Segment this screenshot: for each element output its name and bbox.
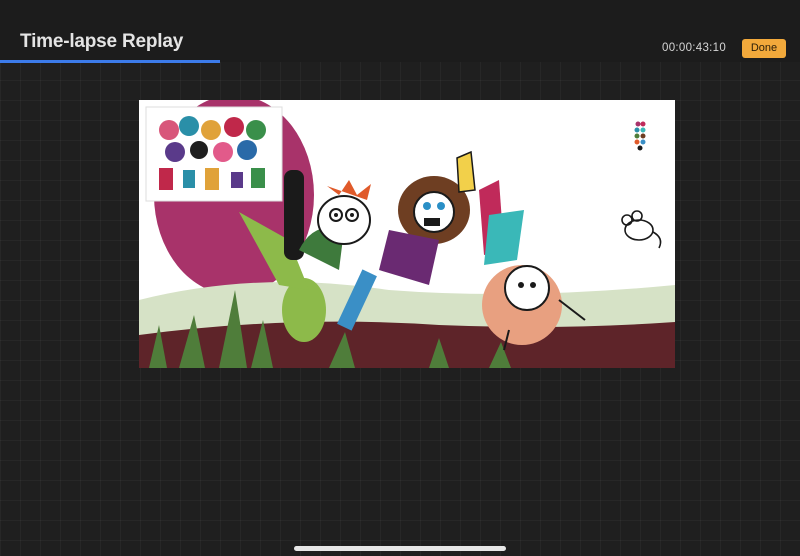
done-button[interactable]: Done <box>742 39 786 58</box>
artwork-illustration <box>139 100 675 368</box>
artwork-canvas <box>139 100 675 368</box>
sneaker <box>456 150 476 193</box>
teal-shape <box>484 210 524 265</box>
swatch-dots <box>634 121 646 151</box>
title-underline <box>0 60 220 63</box>
timecode-readout: 00:00:43:10 <box>662 42 727 54</box>
home-indicator-bar[interactable] <box>294 546 506 551</box>
top-bar: Time-lapse Replay 00:00:43:10 Done <box>0 0 800 63</box>
mouse-doodle <box>621 210 662 249</box>
page-title: Time-lapse Replay <box>20 31 184 52</box>
reference-thumbnail <box>145 106 283 202</box>
soil <box>139 321 675 368</box>
girl-character <box>379 176 504 285</box>
